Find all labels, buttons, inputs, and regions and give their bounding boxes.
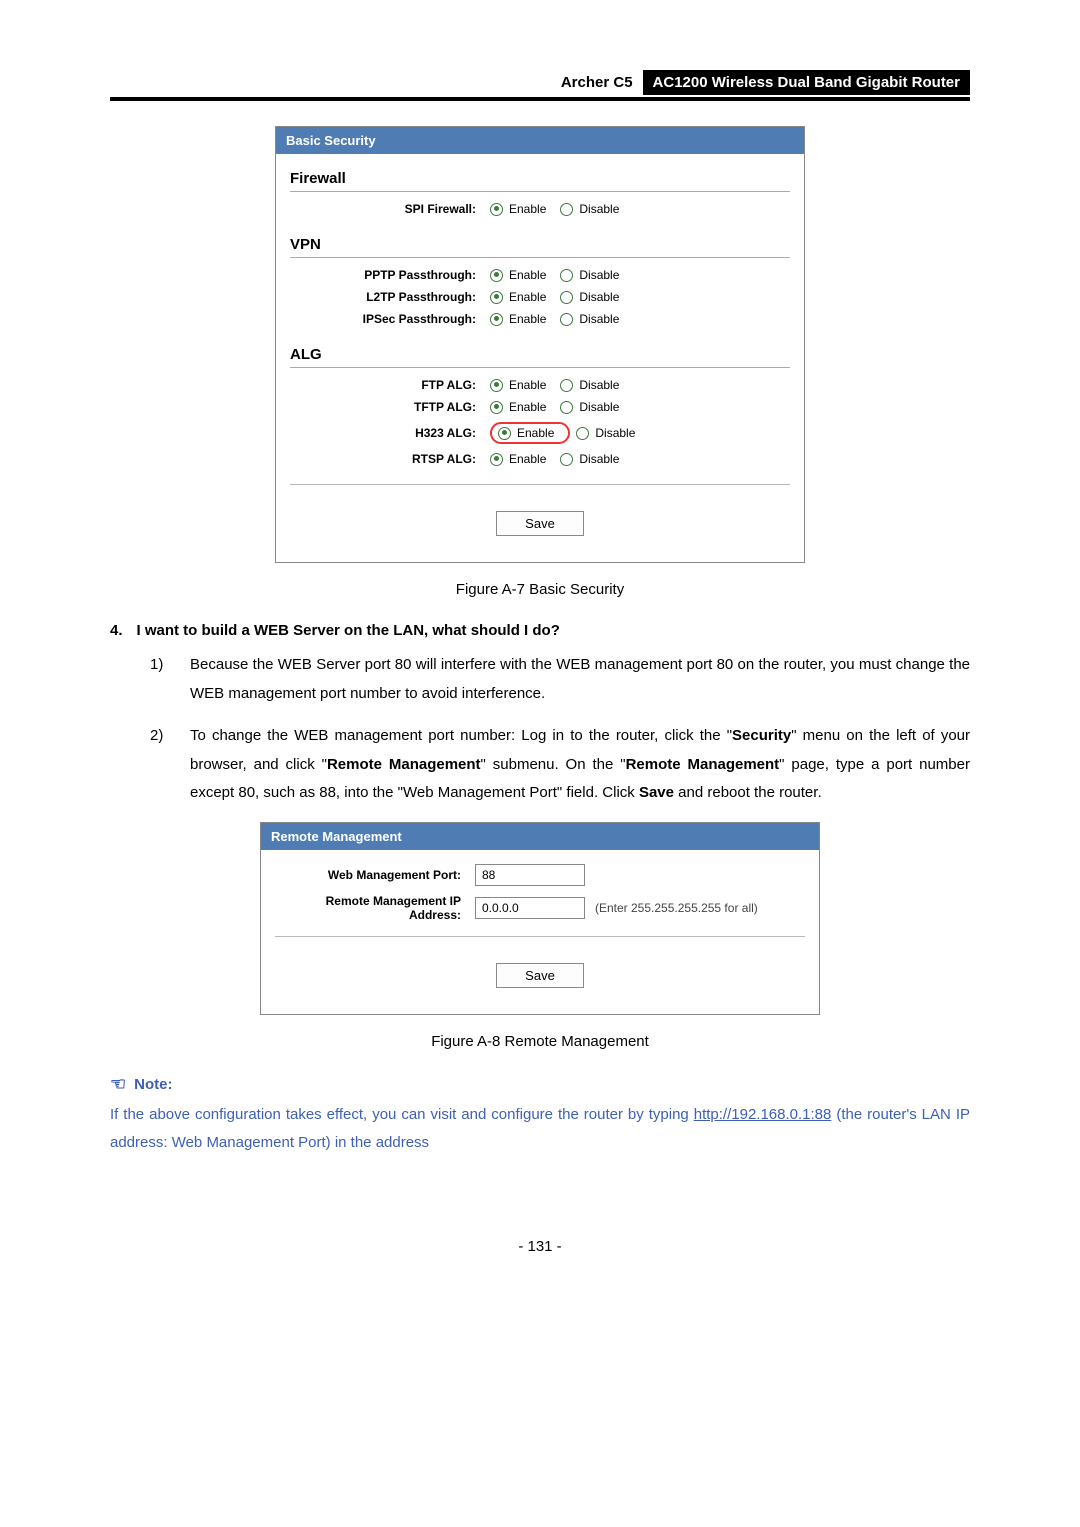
radio-tftp-enable[interactable] xyxy=(490,401,503,414)
radio-spi-enable[interactable] xyxy=(490,203,503,216)
save-button-remote[interactable]: Save xyxy=(496,963,584,988)
figure-caption-a7: Figure A-7 Basic Security xyxy=(110,581,970,598)
basic-security-panel: Basic Security Firewall SPI Firewall: En… xyxy=(275,126,805,563)
page-header: Archer C5 AC1200 Wireless Dual Band Giga… xyxy=(110,70,970,101)
row-spi-firewall: SPI Firewall: Enable Disable xyxy=(290,198,790,220)
radio-h323-disable[interactable] xyxy=(576,427,589,440)
radio-rtsp-disable[interactable] xyxy=(560,453,573,466)
remote-management-panel: Remote Management Web Management Port: R… xyxy=(260,822,820,1015)
remote-ip-input[interactable] xyxy=(475,897,585,919)
question-text: I want to build a WEB Server on the LAN,… xyxy=(137,622,560,639)
row-h323-alg: H323 ALG: Enable Disable xyxy=(290,418,790,448)
highlight-ring: Enable xyxy=(490,422,570,444)
radio-l2tp-enable[interactable] xyxy=(490,291,503,304)
panel-title: Basic Security xyxy=(276,127,804,154)
section-vpn: VPN xyxy=(290,236,790,258)
section-firewall: Firewall xyxy=(290,170,790,192)
radio-label-enable: Enable xyxy=(509,202,546,216)
row-web-port: Web Management Port: xyxy=(275,860,805,890)
radio-label-disable: Disable xyxy=(579,202,619,216)
radio-rtsp-enable[interactable] xyxy=(490,453,503,466)
pointing-hand-icon: ☞ xyxy=(110,1074,126,1095)
row-pptp: PPTP Passthrough: Enable Disable xyxy=(290,264,790,286)
radio-tftp-disable[interactable] xyxy=(560,401,573,414)
web-port-input[interactable] xyxy=(475,864,585,886)
section-alg: ALG xyxy=(290,346,790,368)
radio-pptp-disable[interactable] xyxy=(560,269,573,282)
radio-ipsec-disable[interactable] xyxy=(560,313,573,326)
radio-spi-disable[interactable] xyxy=(560,203,573,216)
page-number: - 131 - xyxy=(110,1238,970,1255)
radio-l2tp-disable[interactable] xyxy=(560,291,573,304)
row-rtsp-alg: RTSP ALG: Enable Disable xyxy=(290,448,790,470)
label-spi-firewall: SPI Firewall: xyxy=(290,202,490,216)
save-button[interactable]: Save xyxy=(496,511,584,536)
product-label: AC1200 Wireless Dual Band Gigabit Router xyxy=(643,70,970,95)
note-header: ☞ Note: xyxy=(110,1074,970,1095)
panel-title-remote: Remote Management xyxy=(261,823,819,850)
router-url-link[interactable]: http://192.168.0.1:88 xyxy=(694,1106,832,1123)
radio-ftp-enable[interactable] xyxy=(490,379,503,392)
row-ipsec: IPSec Passthrough: Enable Disable xyxy=(290,308,790,330)
figure-caption-a8: Figure A-8 Remote Management xyxy=(110,1033,970,1050)
radio-h323-enable[interactable] xyxy=(498,427,511,440)
row-ftp-alg: FTP ALG: Enable Disable xyxy=(290,374,790,396)
radio-ftp-disable[interactable] xyxy=(560,379,573,392)
radio-ipsec-enable[interactable] xyxy=(490,313,503,326)
model-label: Archer C5 xyxy=(551,70,643,95)
note-body: If the above configuration takes effect,… xyxy=(110,1101,970,1158)
question-4: 4. I want to build a WEB Server on the L… xyxy=(110,622,970,639)
row-remote-ip: Remote Management IP Address: (Enter 255… xyxy=(275,890,805,926)
question-number: 4. xyxy=(110,622,123,639)
step-1: 1) Because the WEB Server port 80 will i… xyxy=(150,651,970,708)
ip-hint: (Enter 255.255.255.255 for all) xyxy=(595,901,758,915)
row-l2tp: L2TP Passthrough: Enable Disable xyxy=(290,286,790,308)
step-2: 2) To change the WEB management port num… xyxy=(150,722,970,808)
note-label: Note: xyxy=(134,1076,172,1093)
row-tftp-alg: TFTP ALG: Enable Disable xyxy=(290,396,790,418)
radio-pptp-enable[interactable] xyxy=(490,269,503,282)
